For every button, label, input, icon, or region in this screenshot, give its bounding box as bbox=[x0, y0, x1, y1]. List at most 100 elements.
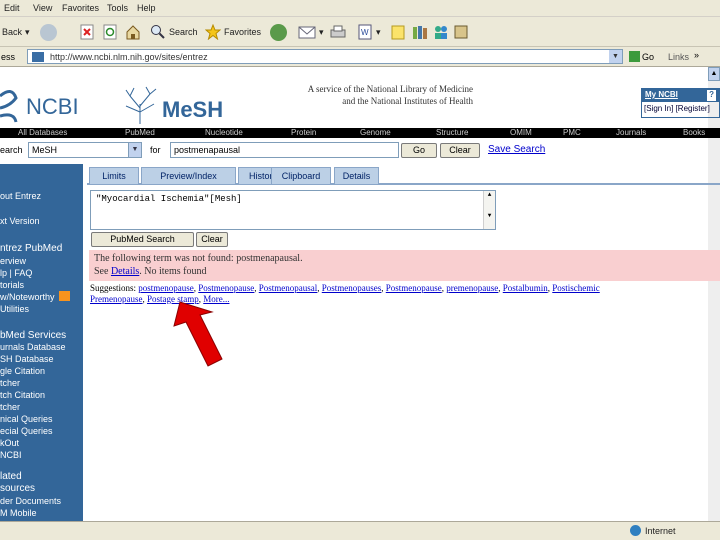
sidebar-item-text-version[interactable]: xt Version bbox=[0, 216, 40, 226]
suggestion-link[interactable]: premenopause bbox=[446, 283, 498, 293]
edit-button[interactable]: W ▾ bbox=[357, 23, 381, 41]
sidebar-item-nlm-mobile[interactable]: M Mobile bbox=[0, 508, 37, 518]
menu-tools[interactable]: Tools bbox=[107, 3, 128, 13]
go-search-button[interactable]: Go bbox=[401, 143, 437, 158]
globe-icon bbox=[630, 525, 641, 536]
left-sidebar: out Entrez xt Version ntrez PubMed ervie… bbox=[0, 164, 83, 540]
status-bar: Internet bbox=[0, 521, 720, 540]
sidebar-item-e-utilities[interactable]: Utilities bbox=[0, 304, 29, 314]
scroll-up-icon[interactable]: ▲ bbox=[484, 191, 495, 198]
mail-button[interactable]: ▾ bbox=[298, 23, 324, 41]
nav-journals[interactable]: Journals bbox=[616, 128, 646, 137]
scroll-down-icon[interactable]: ▼ bbox=[484, 212, 495, 219]
ncbi-logo[interactable]: NCBI bbox=[0, 76, 90, 131]
query-scrollbar[interactable]: ▲ ▼ bbox=[483, 191, 495, 229]
stop-icon bbox=[80, 24, 94, 40]
sidebar-item-my-ncbi[interactable]: NCBI bbox=[0, 450, 22, 460]
discuss-button[interactable] bbox=[391, 23, 405, 41]
nav-pmc[interactable]: PMC bbox=[563, 128, 581, 137]
nav-all-databases[interactable]: All Databases bbox=[18, 128, 67, 137]
history-button[interactable] bbox=[270, 23, 287, 41]
save-search-link[interactable]: Save Search bbox=[488, 144, 545, 155]
menu-help[interactable]: Help bbox=[137, 3, 156, 13]
clear-search-button[interactable]: Clear bbox=[440, 143, 480, 158]
go-button[interactable]: Go bbox=[629, 49, 659, 64]
database-select[interactable]: MeSH ▼ bbox=[28, 142, 142, 158]
sidebar-item-mesh-database[interactable]: SH Database bbox=[0, 354, 54, 364]
search-term-input[interactable]: postmenapausal bbox=[170, 142, 399, 158]
sidebar-item-clinical-queries[interactable]: nical Queries bbox=[0, 414, 53, 424]
tools-button[interactable] bbox=[453, 23, 469, 41]
print-button[interactable] bbox=[330, 23, 346, 41]
stop-button[interactable] bbox=[80, 23, 94, 41]
tab-limits[interactable]: Limits bbox=[89, 167, 139, 184]
sidebar-item-linkout[interactable]: kOut bbox=[0, 438, 19, 448]
back-button[interactable]: Back ▾ bbox=[2, 23, 30, 41]
suggestion-link[interactable]: Postmenopause bbox=[198, 283, 254, 293]
suggestion-link[interactable]: postmenopause bbox=[138, 283, 194, 293]
nav-pubmed[interactable]: PubMed bbox=[125, 128, 155, 137]
suggestion-link[interactable]: Postalbumin bbox=[503, 283, 548, 293]
sidebar-item-batch-citation[interactable]: tch Citation bbox=[0, 390, 45, 400]
tab-preview-index[interactable]: Preview/Index bbox=[141, 167, 236, 184]
nav-protein[interactable]: Protein bbox=[291, 128, 316, 137]
pubmed-search-button[interactable]: PubMed Search bbox=[91, 232, 194, 247]
suggestion-link[interactable]: Premenopause bbox=[90, 294, 142, 304]
refresh-button[interactable] bbox=[103, 23, 117, 41]
database-nav: All Databases PubMed Nucleotide Protein … bbox=[0, 128, 720, 138]
suggestion-link[interactable]: Postischemic bbox=[552, 283, 600, 293]
sidebar-item-special-queries[interactable]: ecial Queries bbox=[0, 426, 53, 436]
mail-icon bbox=[298, 26, 316, 39]
nav-genome[interactable]: Genome bbox=[360, 128, 391, 137]
tab-details[interactable]: Details bbox=[334, 167, 379, 184]
sign-in-register-links[interactable]: [Sign In] [Register] bbox=[642, 102, 719, 115]
sidebar-item-journals-database[interactable]: urnals Database bbox=[0, 342, 66, 352]
my-ncbi-link[interactable]: My NCBI bbox=[645, 90, 678, 101]
scroll-up-icon[interactable]: ▲ bbox=[708, 67, 720, 81]
sidebar-item-tutorials[interactable]: torials bbox=[0, 280, 24, 290]
rss-icon[interactable] bbox=[59, 291, 70, 301]
sidebar-item-overview[interactable]: erview bbox=[0, 256, 26, 266]
ncbi-text: NCBI bbox=[26, 94, 79, 119]
url-dropdown-icon[interactable]: ▼ bbox=[609, 50, 622, 63]
research-button[interactable] bbox=[412, 23, 428, 41]
suggestion-link[interactable]: Postmenopauses bbox=[322, 283, 382, 293]
favorites-button[interactable]: Favorites bbox=[205, 23, 261, 41]
sidebar-item-new-noteworthy[interactable]: w/Noteworthy bbox=[0, 292, 55, 302]
red-arrow-annotation bbox=[173, 301, 223, 367]
nav-structure[interactable]: Structure bbox=[436, 128, 468, 137]
forward-button[interactable] bbox=[40, 23, 57, 41]
help-icon[interactable]: ? bbox=[707, 90, 716, 101]
links-chevron[interactable]: » bbox=[694, 50, 699, 60]
tool-icon bbox=[454, 25, 468, 39]
suggestion-link[interactable]: Postmenopausal bbox=[259, 283, 318, 293]
search-label: earch bbox=[0, 145, 23, 155]
query-textarea[interactable]: "Myocardial Ischemia"[Mesh] ▲ ▼ bbox=[90, 190, 496, 230]
nav-nucleotide[interactable]: Nucleotide bbox=[205, 128, 243, 137]
menu-view[interactable]: View bbox=[33, 3, 52, 13]
home-button[interactable] bbox=[125, 23, 141, 41]
menu-edit[interactable]: Edit bbox=[4, 3, 20, 13]
sidebar-item-about-entrez[interactable]: out Entrez bbox=[0, 191, 41, 201]
details-link[interactable]: Details bbox=[111, 266, 139, 277]
tab-clipboard[interactable]: Clipboard bbox=[271, 167, 331, 184]
sidebar-item-order-documents[interactable]: der Documents bbox=[0, 496, 61, 506]
for-label: for bbox=[150, 145, 161, 155]
sidebar-item-single-citation[interactable]: gle Citation bbox=[0, 366, 45, 376]
links-label[interactable]: Links bbox=[668, 52, 689, 62]
forward-arrow-icon bbox=[40, 23, 57, 41]
browser-toolbar: Back ▾ Search Favorites ▾ W ▾ bbox=[0, 17, 720, 47]
sidebar-item-matcher[interactable]: tcher bbox=[0, 378, 20, 388]
nav-omim[interactable]: OMIM bbox=[510, 128, 532, 137]
sidebar-item-batch-matcher[interactable]: tcher bbox=[0, 402, 20, 412]
suggestion-link[interactable]: Postmenopause bbox=[386, 283, 442, 293]
search-button[interactable]: Search bbox=[150, 23, 198, 41]
sidebar-item-help-faq[interactable]: lp | FAQ bbox=[0, 268, 32, 278]
clear-query-button[interactable]: Clear bbox=[196, 232, 228, 247]
url-field[interactable]: http://www.ncbi.nlm.nih.gov/sites/entrez… bbox=[27, 49, 623, 64]
security-zone: Internet bbox=[630, 525, 676, 536]
dropdown-arrow-icon: ▾ bbox=[319, 26, 324, 37]
menu-favorites[interactable]: Favorites bbox=[62, 3, 99, 13]
messenger-button[interactable] bbox=[433, 23, 449, 41]
nav-books[interactable]: Books bbox=[683, 128, 705, 137]
